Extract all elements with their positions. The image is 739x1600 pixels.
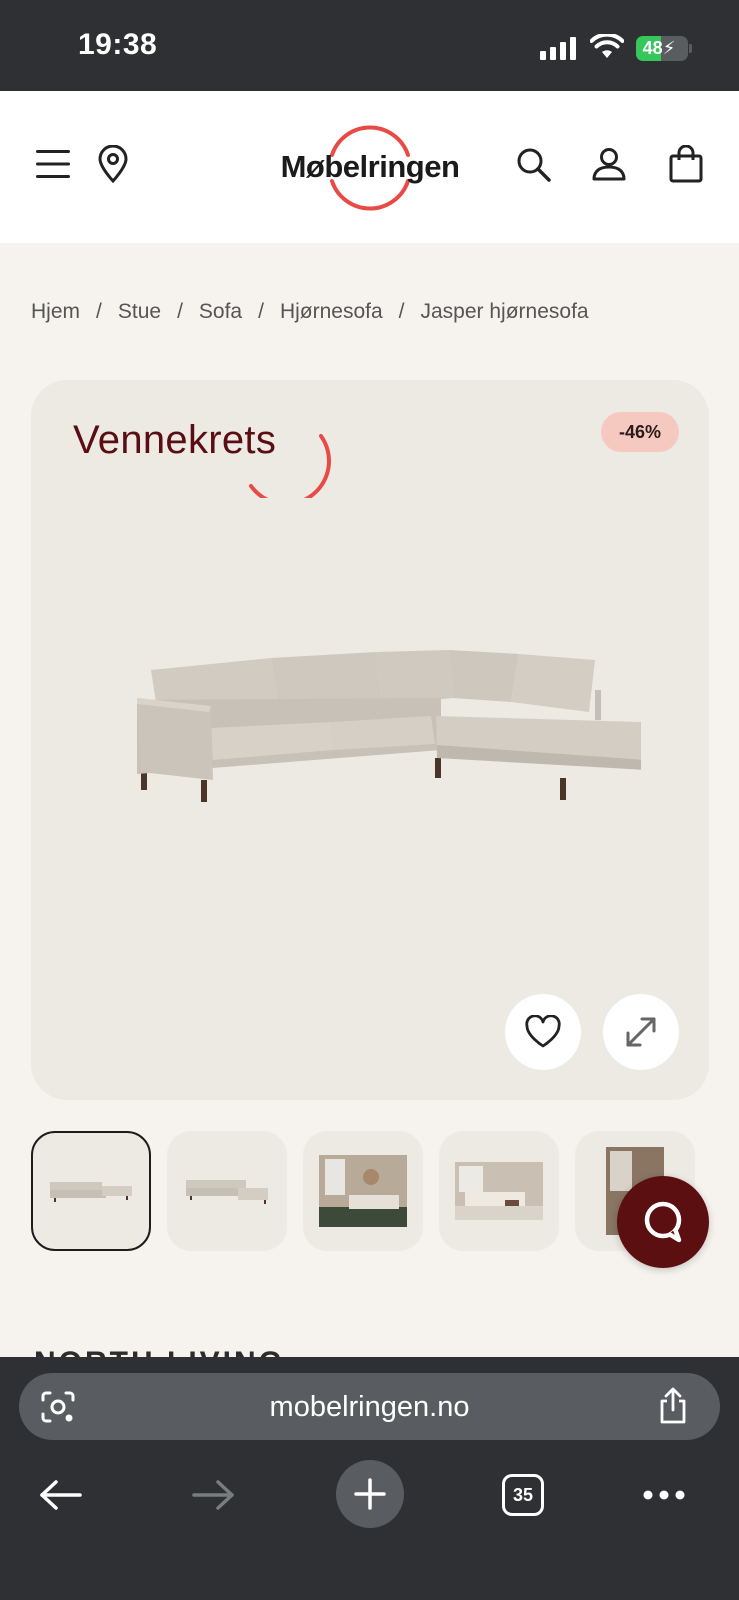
more-options-icon[interactable] <box>642 1489 686 1501</box>
thumbnail-3[interactable] <box>303 1131 423 1251</box>
breadcrumb-item-hjornesofa[interactable]: Hjørnesofa <box>280 300 383 324</box>
breadcrumb-separator: / <box>96 300 102 323</box>
plus-icon <box>354 1478 386 1510</box>
tab-switcher-button[interactable]: 35 <box>502 1474 544 1516</box>
favorite-button[interactable] <box>505 994 581 1070</box>
heart-icon <box>525 1015 561 1048</box>
chat-bubble-icon <box>644 1201 682 1243</box>
back-arrow-icon[interactable] <box>38 1479 82 1511</box>
menu-icon[interactable] <box>36 149 70 179</box>
url-text: mobelringen.no <box>269 1391 470 1423</box>
new-tab-button[interactable] <box>336 1460 404 1528</box>
breadcrumb: Hjem / Stue / Sofa / Hjørnesofa / Jasper… <box>31 300 589 324</box>
expand-icon <box>626 1017 656 1047</box>
share-icon[interactable] <box>657 1387 689 1425</box>
forward-arrow-icon[interactable] <box>192 1479 236 1511</box>
browser-toolbar: mobelringen.no 35 <box>0 1357 739 1600</box>
sofa-product-image <box>137 650 641 802</box>
breadcrumb-item-current: Jasper hjørnesofa <box>420 300 589 323</box>
wifi-icon <box>590 34 624 58</box>
battery-cap <box>689 44 692 53</box>
site-logo[interactable]: Møbelringen <box>270 119 470 219</box>
breadcrumb-item-sofa[interactable]: Sofa <box>199 300 242 324</box>
search-icon[interactable] <box>516 147 552 183</box>
status-time: 19:38 <box>78 28 158 61</box>
logo-text: Møbelringen <box>280 149 460 184</box>
breadcrumb-separator: / <box>177 300 183 323</box>
discount-badge: -46% <box>601 412 679 452</box>
location-pin-icon[interactable] <box>97 145 129 183</box>
site-header: Møbelringen <box>0 91 739 243</box>
expand-image-button[interactable] <box>603 994 679 1070</box>
url-bar[interactable]: mobelringen.no <box>19 1373 720 1440</box>
thumbnail-sofa-image <box>186 1180 268 1204</box>
chat-button[interactable] <box>617 1176 709 1268</box>
breadcrumb-item-stue[interactable]: Stue <box>118 300 161 324</box>
status-bar: 19:38 48⚡ <box>0 0 739 91</box>
battery-icon: 48⚡ <box>636 36 688 61</box>
breadcrumb-separator: / <box>258 300 264 323</box>
product-image-card[interactable]: Vennekrets -46% <box>31 380 709 1100</box>
account-icon[interactable] <box>592 147 626 181</box>
battery-level: 48 <box>642 38 663 58</box>
breadcrumb-item-hjem[interactable]: Hjem <box>31 300 80 324</box>
thumbnail-2[interactable] <box>167 1131 287 1251</box>
charging-bolt-icon: ⚡ <box>662 38 676 58</box>
brand-logo-arc <box>249 434 331 498</box>
thumbnail-sofa-image <box>50 1182 132 1202</box>
thumbnail-4[interactable] <box>439 1131 559 1251</box>
bag-icon[interactable] <box>669 145 703 183</box>
thumbnail-1[interactable] <box>31 1131 151 1251</box>
vennekrets-logo: Vennekrets <box>73 418 353 508</box>
cellular-signal-icon <box>540 36 576 60</box>
breadcrumb-separator: / <box>398 300 405 323</box>
thumbnail-room-image <box>319 1155 407 1227</box>
thumbnail-room-image <box>455 1162 543 1220</box>
